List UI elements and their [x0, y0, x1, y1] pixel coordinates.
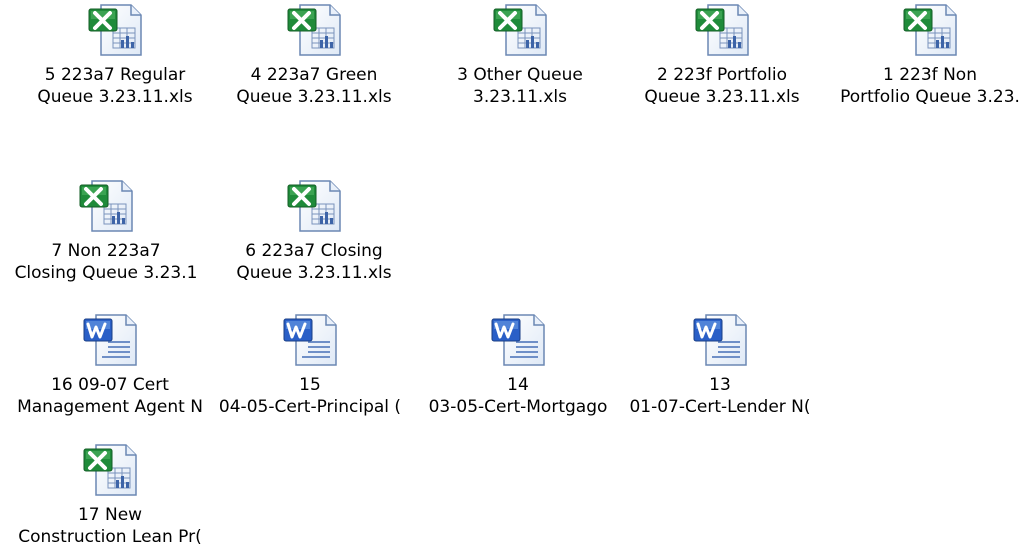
- file-item-5-223a7-regular-queue[interactable]: 5 223a7 Regular Queue 3.23.11.xls: [15, 2, 215, 112]
- file-item-15-04-05-cert-principal[interactable]: 15 04-05-Cert-Principal (: [210, 312, 410, 422]
- excel-file-icon: [284, 178, 344, 234]
- word-file-icon: [488, 312, 548, 368]
- file-item-7-non-223a7-closing-queue[interactable]: 7 Non 223a7 Closing Queue 3.23.1: [6, 178, 206, 288]
- excel-file-icon: [490, 2, 550, 58]
- file-item-13-01-07-cert-lender[interactable]: 13 01-07-Cert-Lender N(: [620, 312, 820, 422]
- file-label: 7 Non 223a7 Closing Queue 3.23.1: [14, 241, 198, 283]
- file-item-1-223f-non-portfolio-queue[interactable]: 1 223f Non Portfolio Queue 3.23.: [830, 2, 1030, 112]
- excel-file-icon: [900, 2, 960, 58]
- excel-file-icon: [76, 178, 136, 234]
- file-item-4-223a7-green-queue[interactable]: 4 223a7 Green Queue 3.23.11.xls: [214, 2, 414, 112]
- file-label: 17 New Construction Lean Pr(: [18, 505, 202, 547]
- file-label: 13 01-07-Cert-Lender N(: [629, 375, 811, 417]
- file-label: 4 223a7 Green Queue 3.23.11.xls: [236, 65, 392, 107]
- file-item-2-223f-portfolio-queue[interactable]: 2 223f Portfolio Queue 3.23.11.xls: [622, 2, 822, 112]
- desktop-file-area: 5 223a7 Regular Queue 3.23.11.xls 4 223a…: [0, 0, 1031, 556]
- file-item-17-new-construction-lean[interactable]: 17 New Construction Lean Pr(: [10, 442, 210, 552]
- word-file-icon: [690, 312, 750, 368]
- file-item-14-03-05-cert-mortgagor[interactable]: 14 03-05-Cert-Mortgago: [418, 312, 618, 422]
- file-label: 1 223f Non Portfolio Queue 3.23.: [840, 65, 1020, 107]
- file-label: 15 04-05-Cert-Principal (: [218, 375, 402, 417]
- file-item-3-other-queue[interactable]: 3 Other Queue 3.23.11.xls: [420, 2, 620, 112]
- file-label: 3 Other Queue 3.23.11.xls: [457, 65, 583, 107]
- file-label: 2 223f Portfolio Queue 3.23.11.xls: [644, 65, 800, 107]
- excel-file-icon: [80, 442, 140, 498]
- excel-file-icon: [692, 2, 752, 58]
- word-file-icon: [80, 312, 140, 368]
- file-item-6-223a7-closing-queue[interactable]: 6 223a7 Closing Queue 3.23.11.xls: [214, 178, 414, 288]
- word-file-icon: [280, 312, 340, 368]
- file-label: 5 223a7 Regular Queue 3.23.11.xls: [37, 65, 193, 107]
- file-label: 14 03-05-Cert-Mortgago: [428, 375, 608, 417]
- excel-file-icon: [85, 2, 145, 58]
- file-label: 6 223a7 Closing Queue 3.23.11.xls: [236, 241, 392, 283]
- file-label: 16 09-07 Cert Management Agent N: [17, 375, 203, 417]
- excel-file-icon: [284, 2, 344, 58]
- file-item-16-09-07-cert[interactable]: 16 09-07 Cert Management Agent N: [10, 312, 210, 422]
